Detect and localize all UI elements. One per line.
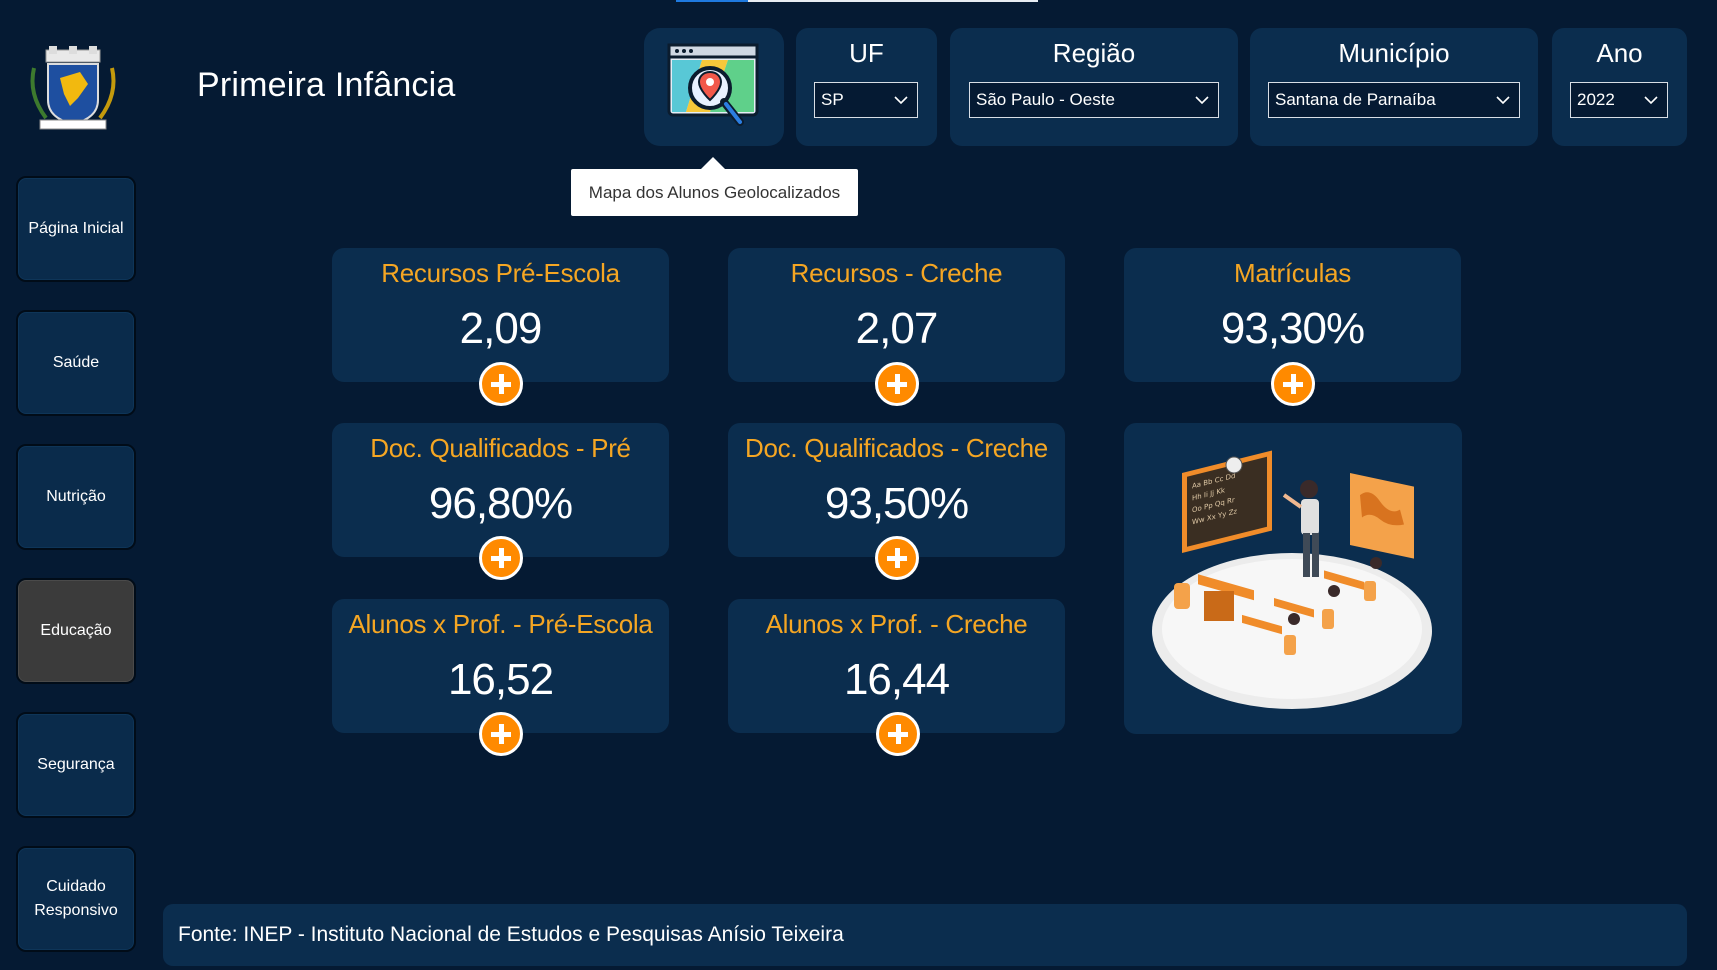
- kpi-title: Doc. Qualificados - Pré: [370, 433, 631, 463]
- filter-municipio-label: Município: [1338, 38, 1450, 68]
- regiao-dropdown-value: São Paulo - Oeste: [976, 90, 1115, 109]
- filter-regiao: Região São Paulo - Oeste: [950, 28, 1238, 146]
- expand-plus-icon[interactable]: [875, 362, 919, 406]
- chevron-down-icon: [1496, 96, 1510, 105]
- expand-plus-icon[interactable]: [479, 362, 523, 406]
- regiao-dropdown[interactable]: São Paulo - Oeste: [969, 82, 1219, 118]
- nav-nutricao[interactable]: Nutrição: [16, 444, 136, 550]
- footer-source: Fonte: INEP - Instituto Nacional de Estu…: [163, 904, 1687, 966]
- ano-dropdown-value: 2022: [1577, 90, 1615, 109]
- kpi-title: Matrículas: [1234, 258, 1351, 288]
- expand-plus-icon[interactable]: [876, 712, 920, 756]
- filter-uf-label: UF: [849, 38, 884, 68]
- map-tooltip: Mapa dos Alunos Geolocalizados: [571, 157, 858, 216]
- kpi-value: 16,44: [843, 655, 950, 704]
- kpi-title: Alunos x Prof. - Pré-Escola: [348, 609, 653, 639]
- filter-ano: Ano 2022: [1552, 28, 1687, 146]
- chevron-down-icon: [1644, 96, 1658, 105]
- kpi-title: Alunos x Prof. - Creche: [765, 609, 1028, 639]
- ano-dropdown[interactable]: 2022: [1570, 82, 1668, 118]
- map-search-icon: [667, 43, 759, 126]
- uf-dropdown[interactable]: SP: [814, 82, 918, 118]
- filter-regiao-label: Região: [1052, 38, 1136, 68]
- nav-educacao[interactable]: Educação: [16, 578, 136, 684]
- nav-saude[interactable]: Saúde: [16, 310, 136, 416]
- expand-plus-icon[interactable]: [479, 536, 523, 580]
- uf-dropdown-value: SP: [821, 90, 844, 109]
- classroom-illustration: Aa Bb Cc Dd Hh Ii Jj Kk Oo Pp Qq Rr Ww X…: [1124, 423, 1462, 734]
- kpi-value: 93,50%: [824, 479, 969, 528]
- map-students-button[interactable]: [644, 28, 784, 146]
- chevron-down-icon: [1195, 96, 1209, 105]
- expand-plus-icon[interactable]: [479, 712, 523, 756]
- municipio-dropdown-value: Santana de Parnaíba: [1275, 90, 1436, 109]
- nav-cuidado-responsivo[interactable]: Cuidado Responsivo: [16, 846, 136, 952]
- filter-ano-label: Ano: [1596, 38, 1643, 68]
- filter-municipio: Município Santana de Parnaíba: [1250, 28, 1538, 146]
- chevron-down-icon: [894, 96, 908, 105]
- nav-seguranca[interactable]: Segurança: [16, 712, 136, 818]
- kpi-value: 2,09: [459, 304, 543, 353]
- page-title: Primeira Infância: [197, 66, 456, 104]
- kpi-value: 2,07: [855, 304, 939, 353]
- nav-pagina-inicial[interactable]: Página Inicial: [16, 176, 136, 282]
- top-tab-indicator: [676, 0, 1038, 2]
- kpi-title: Recursos Pré-Escola: [381, 258, 620, 288]
- kpi-value: 16,52: [447, 655, 554, 704]
- kpi-title: Doc. Qualificados - Creche: [745, 433, 1048, 463]
- expand-plus-icon[interactable]: [875, 536, 919, 580]
- kpi-title: Recursos - Creche: [790, 258, 1003, 288]
- filter-uf: UF SP: [796, 28, 937, 146]
- expand-plus-icon[interactable]: [1271, 362, 1315, 406]
- municipio-dropdown[interactable]: Santana de Parnaíba: [1268, 82, 1520, 118]
- kpi-value: 93,30%: [1220, 304, 1365, 353]
- coat-of-arms-logo: [24, 44, 122, 132]
- kpi-value: 96,80%: [428, 479, 573, 528]
